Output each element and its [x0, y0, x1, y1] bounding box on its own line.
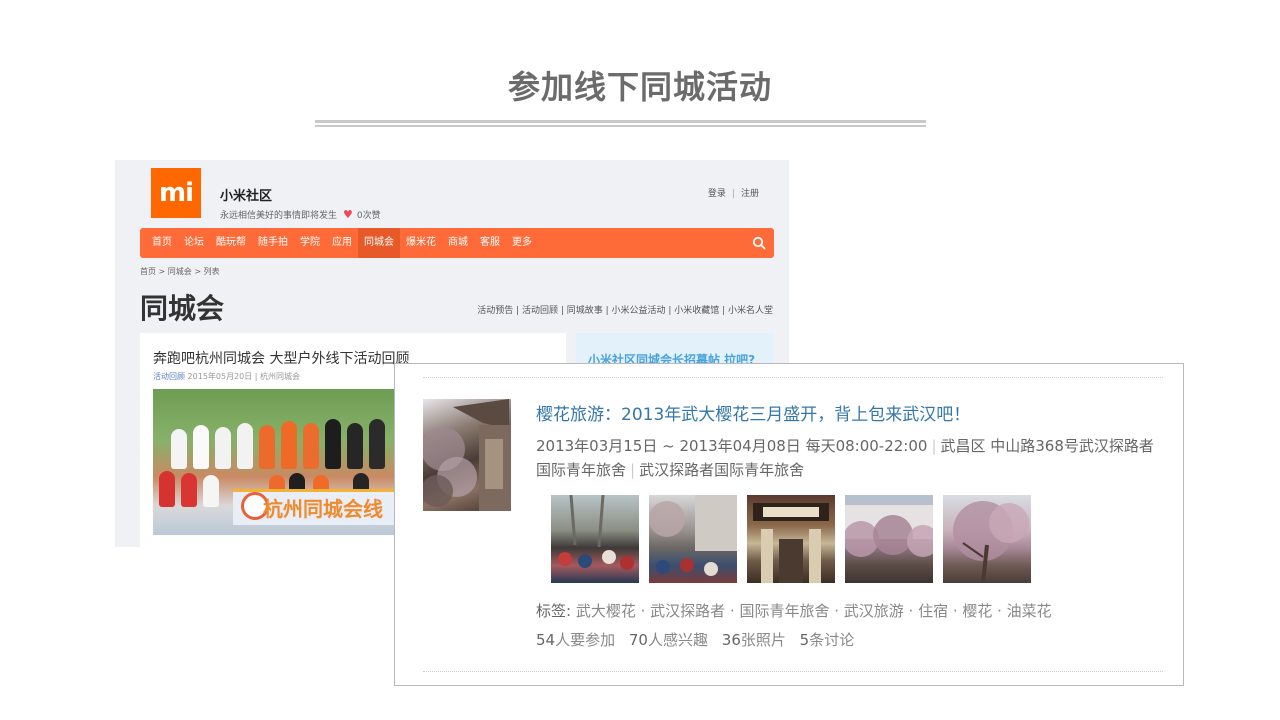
event-photo[interactable]: [747, 495, 835, 583]
event-stats: 54人要参加 70人感兴趣 36张照片 5条讨论: [536, 629, 863, 650]
nav-item-store[interactable]: 商城: [442, 228, 474, 258]
mi-logo[interactable]: mi: [151, 168, 201, 218]
post-meta: 活动回顾 2015年05月20日 | 杭州同城会: [153, 371, 300, 382]
event-info: 2013年03月15日 ~ 2013年04月08日 每天08:00-22:00 |…: [536, 437, 1154, 479]
event-photos: [551, 495, 1031, 583]
bottom-divider: [423, 671, 1163, 672]
login-link[interactable]: 登录: [708, 189, 726, 199]
slide-title: 参加线下同城活动: [507, 68, 772, 106]
tag-list[interactable]: 武大樱花 · 武汉探路者 · 国际青年旅舍 · 武汉旅游 · 住宿 · 樱花 ·…: [576, 602, 1052, 620]
event-title[interactable]: 樱花旅游：2013年武大樱花三月盛开，背上包来武汉吧！: [536, 400, 970, 425]
event-tags: 标签: 武大樱花 · 武汉探路者 · 国际青年旅舍 · 武汉旅游 · 住宿 · …: [536, 600, 1052, 621]
title-divider: [315, 120, 926, 127]
sub-nav[interactable]: 活动预告 | 活动回顾 | 同城故事 | 小米公益活动 | 小米收藏馆 | 小米…: [477, 303, 773, 316]
nav-item-academy[interactable]: 学院: [294, 228, 326, 258]
event-photo[interactable]: [845, 495, 933, 583]
post-title[interactable]: 奔跑吧杭州同城会 大型户外线下活动回顾: [153, 348, 409, 368]
banner-text: 杭州同城会线: [263, 497, 383, 521]
nav-item-more[interactable]: 更多: [506, 228, 538, 258]
participants-stat[interactable]: 54人要参加: [536, 631, 615, 649]
like-count: 0次赞: [356, 211, 381, 221]
tags-label: 标签:: [536, 602, 572, 620]
nav-item-home[interactable]: 首页: [146, 228, 178, 258]
nav-item-baomihua[interactable]: 爆米花: [400, 228, 442, 258]
main-nav: 首页 论坛 酷玩帮 随手拍 学院 应用 同城会 爆米花 商城 客服 更多: [140, 228, 774, 258]
account-links: 登录 | 注册: [707, 189, 759, 199]
post-date-author: 2015年05月20日 | 杭州同城会: [185, 372, 301, 381]
event-poster[interactable]: [423, 399, 511, 511]
event-photo[interactable]: [649, 495, 737, 583]
event-time: 2013年03月15日 ~ 2013年04月08日 每天08:00-22:00: [536, 437, 928, 455]
event-photo[interactable]: [551, 495, 639, 583]
register-link[interactable]: 注册: [741, 189, 759, 199]
interested-stat[interactable]: 70人感兴趣: [629, 631, 708, 649]
pagoda-image: [423, 399, 511, 511]
nav-item-city-club[interactable]: 同城会: [358, 228, 400, 258]
slogan-text: 永远相信美好的事情即将发生: [220, 211, 338, 221]
event-organizer[interactable]: 武汉探路者国际青年旅舍: [639, 461, 804, 479]
post-category[interactable]: 活动回顾: [153, 372, 185, 381]
heart-icon[interactable]: ♥: [343, 208, 353, 221]
discussions-stat[interactable]: 5条讨论: [800, 631, 855, 649]
site-name: 小米社区: [220, 189, 273, 204]
photos-stat[interactable]: 36张照片: [722, 631, 786, 649]
nav-item-forum[interactable]: 论坛: [178, 228, 210, 258]
breadcrumb: 首页 > 同城会 > 列表: [140, 267, 220, 276]
nav-item-kuwanbang[interactable]: 酷玩帮: [210, 228, 252, 258]
nav-item-service[interactable]: 客服: [474, 228, 506, 258]
nav-item-photo[interactable]: 随手拍: [252, 228, 294, 258]
search-icon[interactable]: [752, 236, 766, 250]
site-slogan: 永远相信美好的事情即将发生 ♥ 0次赞: [220, 208, 381, 221]
event-photo[interactable]: [943, 495, 1031, 583]
page-title: 同城会: [140, 292, 225, 325]
event-card-screenshot: 樱花旅游：2013年武大樱花三月盛开，背上包来武汉吧！ 2013年03月15日 …: [394, 363, 1184, 686]
nav-item-apps[interactable]: 应用: [326, 228, 358, 258]
top-divider: [423, 377, 1163, 378]
